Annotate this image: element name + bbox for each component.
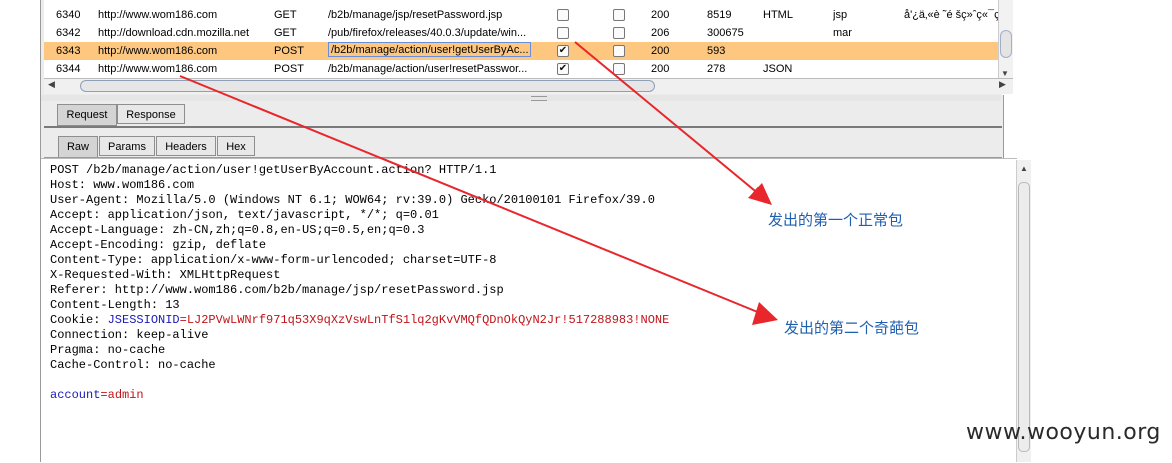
- arrow-second-packet: [179, 75, 761, 314]
- annotation-second-packet: 发出的第二个奇葩包: [784, 319, 920, 337]
- annotation-arrows: [179, 41, 778, 325]
- arrow-first-packet: [574, 41, 763, 197]
- annotation-first-packet: 发出的第一个正常包: [768, 211, 904, 229]
- arrow-head-icon: [752, 302, 778, 325]
- arrow-head-icon: [748, 183, 772, 205]
- watermark: www.wooyun.org: [966, 420, 1161, 445]
